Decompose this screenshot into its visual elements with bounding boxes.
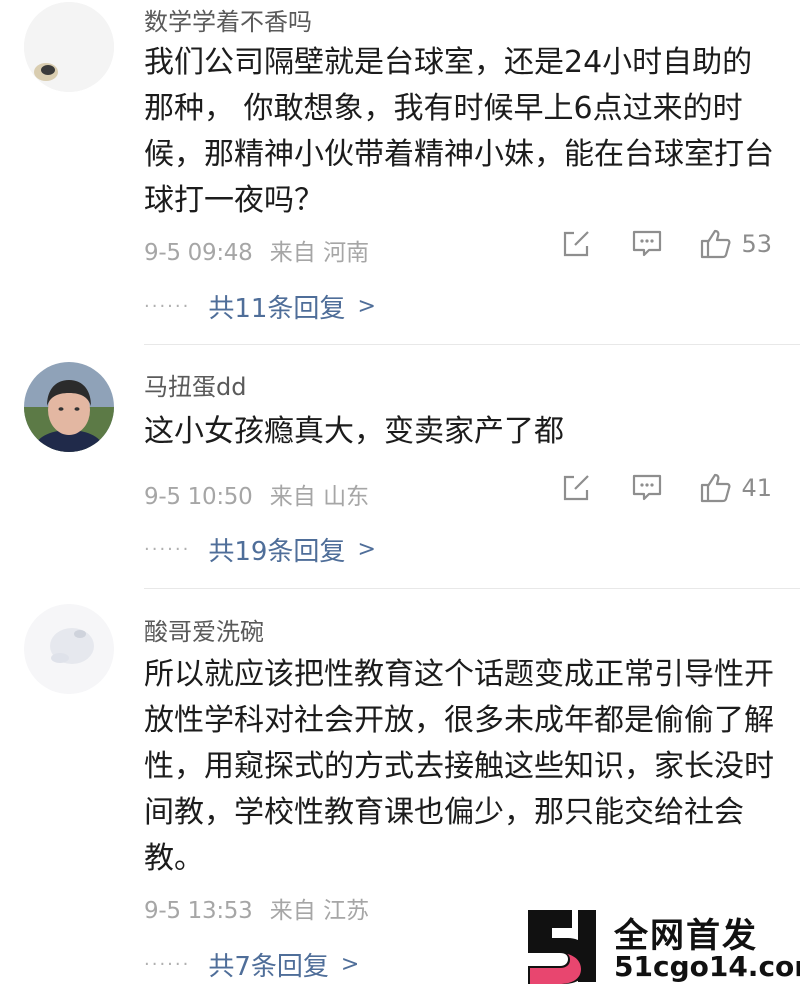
view-replies-link[interactable]: ······ 共7条回复 > [144,946,359,983]
watermark: 全网首发 51cgo14.com [522,906,800,986]
reply-count-label: 共11条回复 [208,294,346,324]
chevron-right-icon: > [357,537,376,562]
username[interactable]: 数学学着不香吗 [144,2,312,37]
comment-location: 来自 江苏 [269,898,370,924]
username[interactable]: 酸哥爱洗碗 [144,612,264,647]
comment-location: 来自 河南 [269,240,370,266]
comment-text: 所以就应该把性教育这个话题变成正常引导性开放性学科对社会开放，很多未成年都是偷偷… [144,657,774,876]
comment-actions: 41 [561,472,772,504]
thumbs-up-icon [699,228,733,260]
username[interactable]: 马扭蛋dd [144,367,246,402]
chevron-right-icon: > [357,294,376,319]
reply-count-label: 共19条回复 [208,537,346,567]
view-replies-link[interactable]: ······ 共11条回复 > [144,288,376,325]
like-count: 41 [741,474,772,502]
comment-time: 9-5 10:50 [144,484,253,510]
thumbs-up-icon [699,472,733,504]
comment-bubble-icon[interactable] [631,229,663,259]
watermark-logo-icon [528,910,596,984]
comment-meta: 9-5 09:48 来自 河南 [144,233,369,267]
comment-location: 来自 山东 [269,484,370,510]
comment-meta: 9-5 10:50 来自 山东 [144,477,369,511]
user-avatar[interactable] [24,362,114,452]
comment-text: 这小女孩瘾真大，变卖家产了都 [144,414,564,449]
comment-time: 9-5 13:53 [144,898,253,924]
edit-square-icon[interactable] [561,473,591,503]
dots: ······ [144,954,191,975]
like-button[interactable]: 41 [699,472,772,504]
like-button[interactable]: 53 [699,228,772,260]
user-avatar[interactable] [24,2,114,92]
chevron-right-icon: > [340,952,360,977]
comment-bubble-icon[interactable] [631,473,663,503]
divider [144,344,800,345]
watermark-line2: 51cgo14.com [614,950,800,983]
divider [144,588,800,589]
comment-meta: 9-5 13:53 来自 江苏 [144,891,369,925]
view-replies-link[interactable]: ······ 共19条回复 > [144,531,376,568]
like-count: 53 [741,230,772,258]
dots: ······ [144,539,191,560]
dots: ······ [144,296,191,317]
comment-time: 9-5 09:48 [144,240,253,266]
reply-count-label: 共7条回复 [208,952,329,982]
comment-text: 我们公司隔壁就是台球室，还是24小时自助的那种， 你敢想象，我有时候早上6点过来… [144,45,774,218]
comment-actions: 53 [561,228,772,260]
edit-square-icon[interactable] [561,229,591,259]
user-avatar[interactable] [24,604,114,694]
